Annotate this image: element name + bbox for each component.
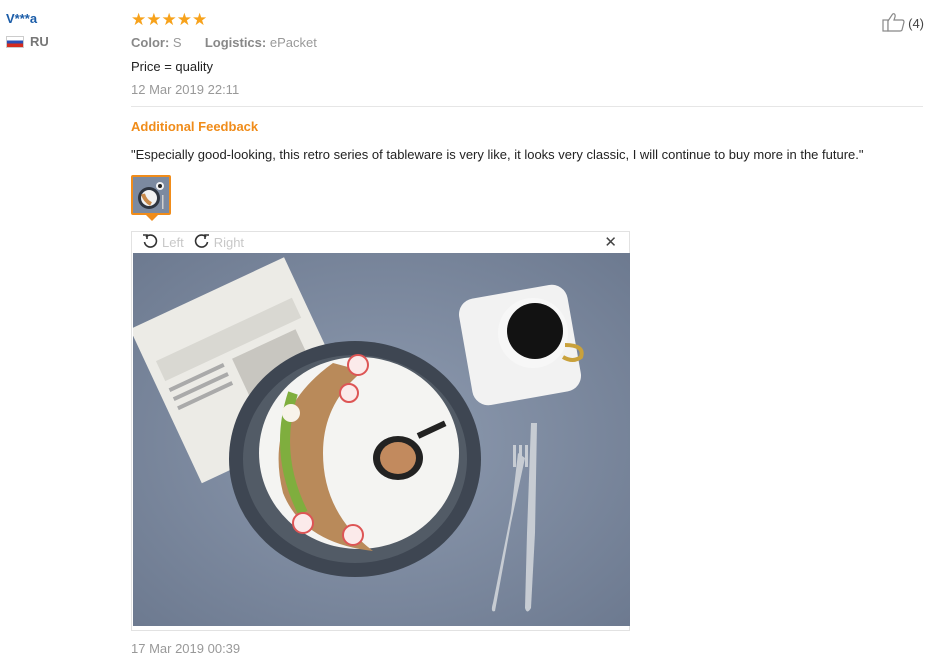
feedback-thumbnail[interactable]: [131, 175, 171, 221]
country-code: RU: [30, 34, 49, 49]
thumbnail-image[interactable]: [131, 175, 171, 215]
review-text: Price = quality: [131, 59, 214, 74]
rotate-right-label: Right: [213, 234, 245, 250]
additional-feedback-title: Additional Feedback: [131, 119, 259, 134]
review-body: ★★★★★ Color: S Logistics: ePacket Price …: [131, 11, 923, 162]
additional-feedback-text: "Especially good-looking, this retro ser…: [131, 147, 864, 162]
logistics-value: ePacket: [269, 35, 317, 50]
reviewer-country: RU: [6, 34, 49, 49]
additional-feedback-date: 17 Mar 2019 00:39: [131, 641, 241, 656]
feedback-photo: [133, 253, 630, 626]
image-viewer: Left Right ✕: [131, 231, 630, 631]
helpful-button[interactable]: (4): [882, 12, 924, 35]
reviewer-name: V***a: [6, 11, 38, 26]
reviewer-info: V***a RU: [6, 11, 49, 49]
logistics-label: Logistics:: [204, 35, 267, 50]
order-attributes: Color: S Logistics: ePacket: [131, 35, 923, 50]
russia-flag-icon: [6, 35, 24, 48]
rating-stars: ★★★★★: [131, 10, 208, 29]
close-viewer-button[interactable]: ✕: [604, 233, 617, 251]
thumbnail-pointer: [146, 215, 158, 221]
rotate-left-icon: [142, 233, 158, 252]
color-label: Color:: [131, 35, 170, 50]
review-date: 12 Mar 2019 22:11: [131, 82, 240, 97]
divider: [131, 106, 923, 107]
color-value: S: [172, 35, 182, 50]
thumbs-up-icon: [882, 12, 906, 35]
viewer-toolbar: Left Right ✕: [132, 232, 629, 252]
rotate-left-button[interactable]: Left: [142, 233, 184, 252]
helpful-count: (4): [908, 16, 924, 31]
rotate-right-button[interactable]: Right: [194, 233, 244, 252]
rotate-right-icon: [194, 233, 210, 252]
rotate-left-label: Left: [162, 234, 184, 250]
